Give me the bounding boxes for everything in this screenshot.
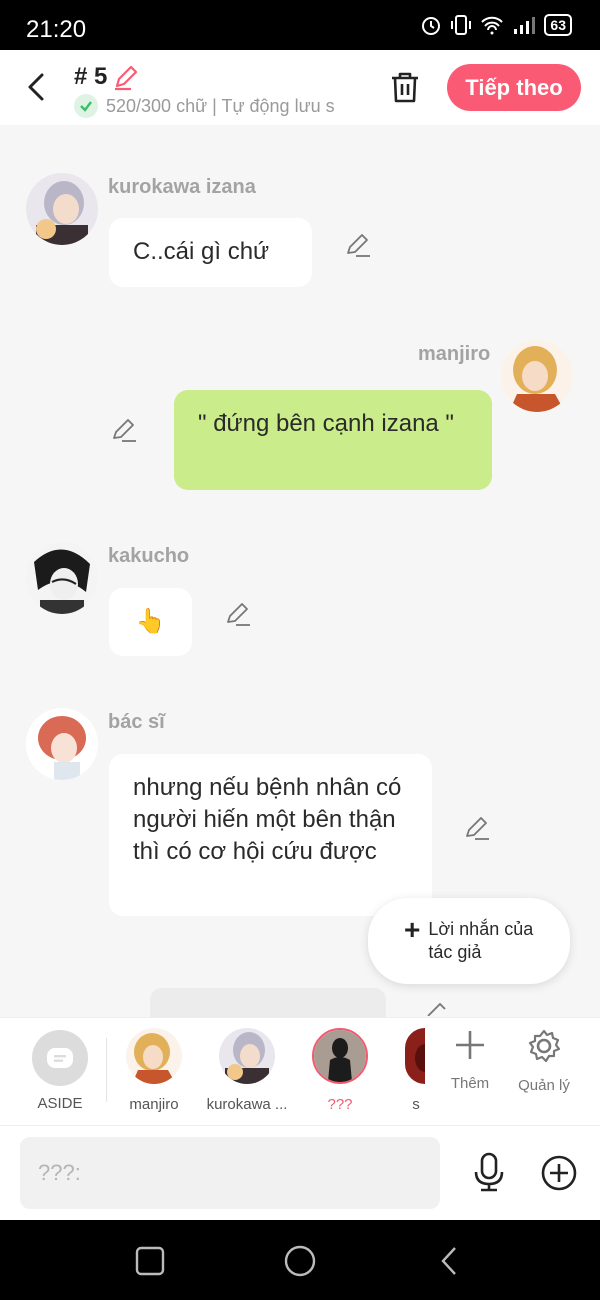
message-sender-name: bác sĩ (108, 711, 165, 733)
add-character-button[interactable]: Thêm (440, 1028, 500, 1092)
status-bar: 21:20 63 (0, 0, 600, 50)
message-bubble[interactable]: " đứng bên cạnh izana " (174, 390, 492, 490)
manage-characters-button[interactable]: Quản lý (514, 1028, 574, 1094)
signal-icon (514, 17, 536, 34)
aside-chat-icon (47, 1048, 73, 1068)
system-nav-bar (0, 1220, 600, 1300)
character-kurokawa[interactable] (219, 1028, 275, 1084)
back-arrow-icon[interactable] (22, 70, 52, 104)
status-time: 21:20 (26, 16, 87, 43)
avatar-kakucho[interactable] (26, 542, 98, 614)
plus-icon (456, 1031, 484, 1059)
battery-indicator: 63 (544, 14, 572, 36)
add-media-icon[interactable] (540, 1154, 578, 1192)
message-sender-name: manjiro (418, 343, 491, 365)
message-sender-name: kurokawa izana (108, 176, 256, 198)
character-label: manjiro (129, 1096, 179, 1113)
status-icons: 63 (420, 14, 572, 36)
word-count: 520/300 chữ | Tự động lưu s (106, 95, 335, 116)
avatar-manjiro[interactable] (501, 340, 573, 412)
edit-pencil-icon[interactable] (422, 996, 450, 1016)
gear-icon (528, 1029, 561, 1063)
character-manjiro[interactable] (126, 1028, 182, 1084)
divider (106, 1038, 107, 1102)
microphone-icon[interactable] (470, 1152, 508, 1192)
avatar-bac-si[interactable] (26, 708, 98, 780)
autosave-status: 520/300 chữ | Tự động lưu s (74, 94, 360, 118)
chapter-number: # 5 (74, 63, 108, 90)
editor-header: # 5 520/300 chữ | Tự động lưu s Tiếp the… (0, 50, 600, 125)
check-icon (74, 94, 98, 118)
input-bar (0, 1125, 600, 1220)
chapter-title[interactable]: # 5 (74, 62, 141, 92)
edit-pencil-icon[interactable] (110, 416, 138, 444)
author-note-button[interactable]: + Lời nhắn của tác giả (368, 898, 570, 984)
author-note-label: Lời nhắn của tác giả (428, 919, 534, 962)
plus-icon: + (404, 914, 421, 945)
aside-button[interactable] (32, 1030, 88, 1086)
edit-pencil-icon[interactable] (344, 231, 372, 259)
character-label: ??? (327, 1096, 353, 1113)
message-bubble[interactable]: nhưng nếu bệnh nhân có người hiến một bê… (109, 754, 432, 916)
recent-apps-icon[interactable] (133, 1244, 167, 1278)
trash-icon[interactable] (386, 68, 424, 106)
message-bubble-partial[interactable] (150, 988, 386, 1018)
add-label: Thêm (450, 1075, 490, 1092)
manage-label: Quản lý (518, 1077, 570, 1094)
character-partial[interactable] (405, 1028, 425, 1084)
character-label: s (412, 1096, 420, 1113)
character-bar: ASIDE manjiro kurokawa ... ??? s Thêm Qu… (0, 1017, 600, 1125)
edit-pencil-icon[interactable] (463, 814, 491, 842)
vibrate-icon (451, 15, 472, 35)
aside-label: ASIDE (37, 1095, 83, 1112)
message-bubble[interactable]: C..cái gì chứ (109, 218, 312, 287)
avatar-kurokawa-izana[interactable] (26, 173, 98, 245)
edit-title-icon[interactable] (111, 62, 141, 92)
back-icon[interactable] (433, 1244, 467, 1278)
character-unknown[interactable] (312, 1028, 368, 1084)
home-icon[interactable] (283, 1244, 317, 1278)
alarm-icon (422, 17, 441, 35)
character-label: kurokawa ... (206, 1096, 288, 1113)
message-input[interactable] (20, 1137, 440, 1209)
message-bubble[interactable]: 👆 (109, 588, 192, 656)
message-sender-name: kakucho (108, 545, 190, 567)
edit-pencil-icon[interactable] (224, 600, 252, 628)
wifi-icon (481, 16, 504, 35)
next-button[interactable]: Tiếp theo (447, 64, 581, 111)
